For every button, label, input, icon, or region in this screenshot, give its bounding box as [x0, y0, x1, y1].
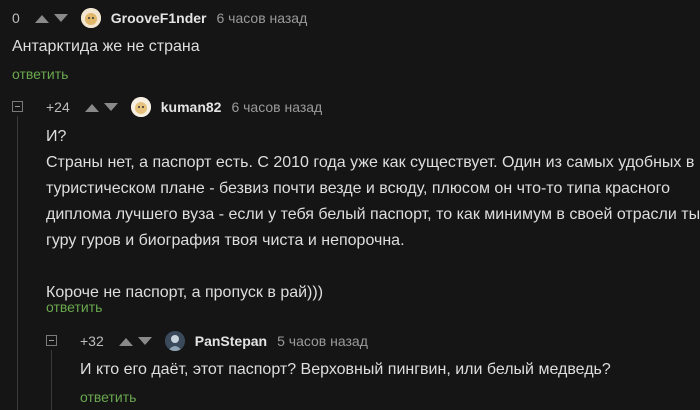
comment-header: +32 PanStepan 5 часов назад	[80, 330, 368, 352]
comment-text: И кто его даёт, этот паспорт? Верховный …	[80, 357, 611, 383]
avatar[interactable]	[130, 97, 151, 117]
downvote-icon[interactable]	[103, 101, 119, 113]
comment-line: Антарктида же не страна	[12, 38, 200, 55]
comment-header: +24 kuman82 6 часов назад	[46, 96, 322, 118]
upvote-icon[interactable]	[34, 12, 50, 24]
thread-line[interactable]	[51, 350, 52, 410]
downvote-icon[interactable]	[53, 12, 69, 24]
avatar[interactable]	[80, 8, 101, 28]
rating: +24	[46, 99, 70, 115]
reply-link[interactable]: ответить	[46, 299, 102, 315]
comment-line: И?	[46, 128, 67, 145]
timestamp[interactable]: 5 часов назад	[277, 333, 368, 349]
upvote-icon[interactable]	[118, 335, 134, 347]
comment-line: Короче не паспорт, а пропуск в рай)))	[46, 284, 324, 301]
comment-header: 0 GrooveF1nder 6 часов назад	[12, 7, 307, 29]
comment-line: Страны нет, а паспорт есть. С 2010 года …	[46, 154, 695, 171]
thread-line[interactable]	[17, 116, 18, 410]
comment-line: диплома лучшего вуза - если у тебя белый…	[46, 206, 700, 223]
upvote-icon[interactable]	[84, 101, 100, 113]
username[interactable]: PanStepan	[195, 333, 267, 349]
username[interactable]: kuman82	[161, 99, 222, 115]
reply-link[interactable]: ответить	[80, 389, 136, 405]
rating: 0	[12, 10, 20, 26]
comment-text: Антарктида же не страна	[12, 34, 200, 60]
timestamp[interactable]: 6 часов назад	[217, 10, 308, 26]
comment-text: И? Страны нет, а паспорт есть. С 2010 го…	[46, 124, 700, 306]
comment-line: туристическом плане - безвиз почти везде…	[46, 180, 670, 197]
collapse-toggle[interactable]	[12, 101, 23, 112]
avatar[interactable]	[164, 331, 185, 351]
comment-line: И кто его даёт, этот паспорт? Верховный …	[80, 361, 611, 378]
comment-line	[46, 254, 700, 280]
username[interactable]: GrooveF1nder	[111, 10, 207, 26]
timestamp[interactable]: 6 часов назад	[231, 99, 322, 115]
comment-line: гуру гуров и биография твоя чиста и непо…	[46, 232, 405, 249]
downvote-icon[interactable]	[137, 335, 153, 347]
rating: +32	[80, 333, 104, 349]
collapse-toggle[interactable]	[46, 335, 57, 346]
reply-link[interactable]: ответить	[12, 66, 68, 82]
